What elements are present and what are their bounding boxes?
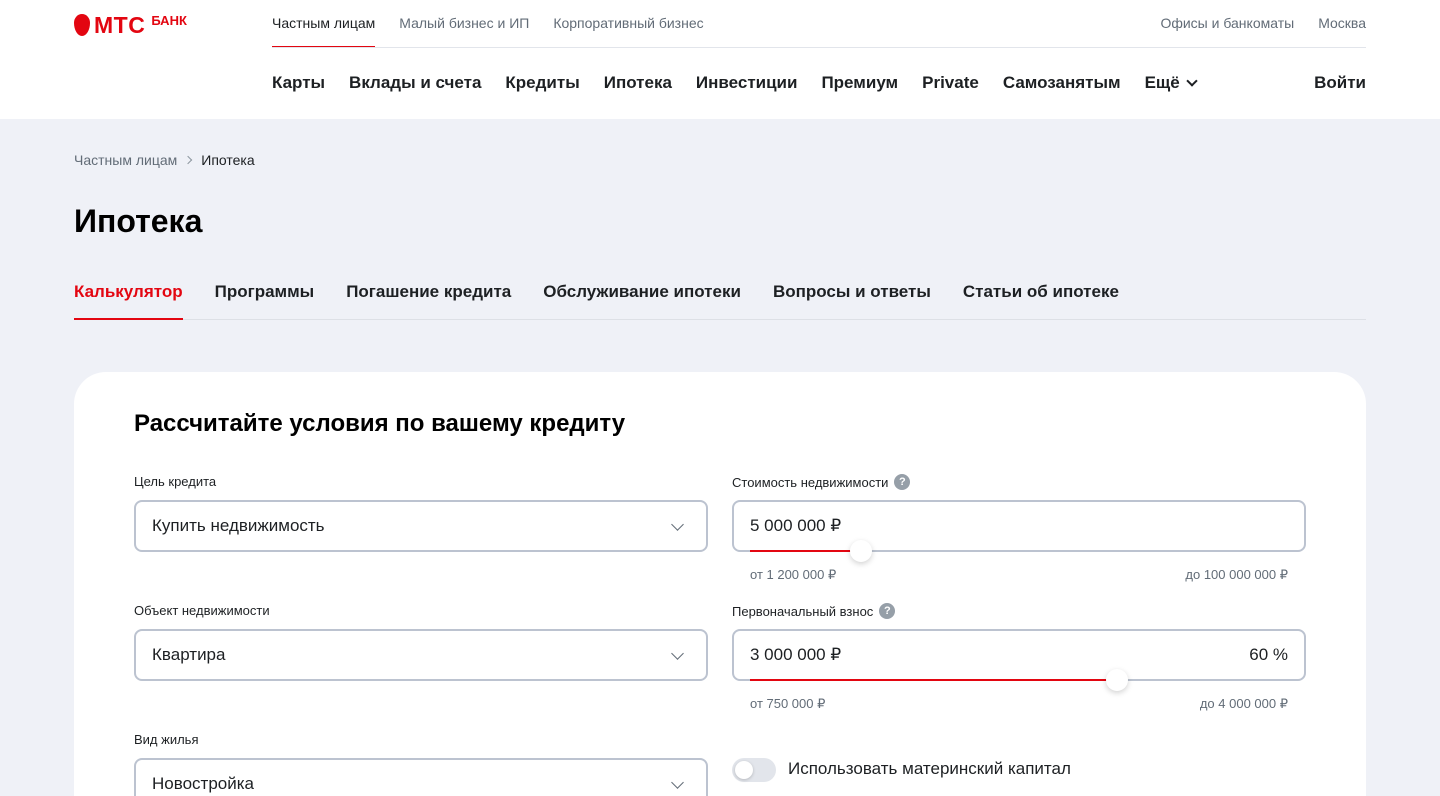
top-right-links: Офисы и банкоматы Москва [1136, 0, 1366, 46]
down-payment-slider-handle[interactable] [1106, 669, 1128, 691]
object-label: Объект недвижимости [134, 603, 270, 618]
nav-investments[interactable]: Инвестиции [696, 73, 798, 93]
down-payment-label: Первоначальный взнос [732, 603, 874, 619]
goal-label: Цель кредита [134, 474, 217, 489]
down-payment-slider-fill [750, 679, 1117, 681]
object-value: Квартира [152, 645, 226, 664]
down-payment-max: до 4 000 000 ₽ [1199, 696, 1288, 711]
price-min: от 1 200 000 ₽ [750, 567, 837, 582]
price-label-row: Стоимость недвижимости ? [732, 474, 911, 490]
price-label: Стоимость недвижимости [732, 474, 889, 490]
down-payment-label-row: Первоначальный взнос ? [732, 603, 896, 619]
main-nav: Карты Вклады и счета Кредиты Ипотека Инв… [272, 73, 1220, 93]
housing-value: Новостройка [152, 774, 254, 793]
nav-deposits[interactable]: Вклады и счета [349, 73, 481, 93]
chevron-down-icon [671, 776, 684, 789]
site-header: МТС БАНК Частным лицам Малый бизнес и ИП… [0, 0, 1440, 119]
price-slider-handle[interactable] [850, 540, 872, 562]
top-nav-corporate[interactable]: Корпоративный бизнес [553, 0, 703, 48]
price-input[interactable]: 5 000 000 ₽ [732, 500, 1306, 562]
nav-private[interactable]: Private [922, 73, 979, 93]
object-select[interactable]: Квартира [134, 629, 708, 681]
tab-repayment[interactable]: Погашение кредита [346, 268, 511, 319]
login-button[interactable]: Войти [1314, 73, 1366, 93]
logo-sub: БАНК [151, 13, 187, 28]
logo-text: МТС [94, 12, 146, 38]
tab-calculator[interactable]: Калькулятор [74, 268, 183, 320]
down-payment-percent: 60 % [1249, 645, 1288, 664]
help-icon[interactable]: ? [879, 603, 896, 619]
nav-more-label: Ещё [1144, 73, 1180, 92]
price-max: до 100 000 000 ₽ [1185, 567, 1288, 582]
chevron-down-icon [671, 518, 684, 531]
breadcrumb-individuals[interactable]: Частным лицам [74, 152, 177, 168]
nav-more[interactable]: Ещё [1144, 73, 1198, 93]
chevron-right-icon [184, 155, 193, 165]
tab-service[interactable]: Обслуживание ипотеки [543, 268, 741, 319]
mts-bank-logo[interactable]: МТС БАНК [74, 13, 187, 37]
calculator-card: Рассчитайте условия по вашему кредиту Це… [74, 372, 1366, 796]
housing-select[interactable]: Новостройка [134, 758, 708, 796]
breadcrumb: Частным лицам Ипотека [74, 152, 255, 168]
help-icon[interactable]: ? [894, 474, 911, 490]
down-payment-min: от 750 000 ₽ [750, 696, 826, 711]
down-payment-input[interactable]: 3 000 000 ₽ 60 % [732, 629, 1306, 691]
maternity-capital-label: Использовать материнский капитал [788, 759, 1071, 778]
tab-faq[interactable]: Вопросы и ответы [773, 268, 931, 319]
nav-mortgage[interactable]: Ипотека [604, 73, 672, 93]
page-title: Ипотека [74, 203, 203, 239]
nav-self-employed[interactable]: Самозанятым [1003, 73, 1121, 93]
chevron-down-icon [1186, 75, 1198, 87]
mts-egg-icon [74, 14, 90, 36]
goal-select[interactable]: Купить недвижимость [134, 500, 708, 552]
header-divider [272, 47, 1366, 48]
chevron-down-icon [671, 647, 684, 660]
top-nav-individuals[interactable]: Частным лицам [272, 0, 376, 48]
goal-value: Купить недвижимость [152, 516, 325, 535]
offices-atms-link[interactable]: Офисы и банкоматы [1160, 0, 1294, 46]
breadcrumb-current: Ипотека [201, 152, 255, 168]
section-tabs: Калькулятор Программы Погашение кредита … [74, 268, 1366, 320]
nav-credits[interactable]: Кредиты [505, 73, 579, 93]
top-nav-small-business[interactable]: Малый бизнес и ИП [399, 0, 529, 48]
tab-articles[interactable]: Статьи об ипотеке [963, 268, 1119, 319]
calculator-title: Рассчитайте условия по вашему кредиту [134, 410, 626, 437]
city-selector[interactable]: Москва [1318, 0, 1366, 46]
price-value: 5 000 000 ₽ [750, 516, 842, 535]
price-slider-fill [750, 550, 861, 552]
nav-cards[interactable]: Карты [272, 73, 325, 93]
nav-premium[interactable]: Премиум [821, 73, 898, 93]
tab-programs[interactable]: Программы [215, 268, 315, 319]
down-payment-value: 3 000 000 ₽ [750, 645, 842, 664]
housing-label: Вид жилья [134, 732, 199, 747]
maternity-capital-toggle[interactable] [732, 758, 776, 782]
top-nav: Частным лицам Малый бизнес и ИП Корпорат… [272, 0, 728, 48]
